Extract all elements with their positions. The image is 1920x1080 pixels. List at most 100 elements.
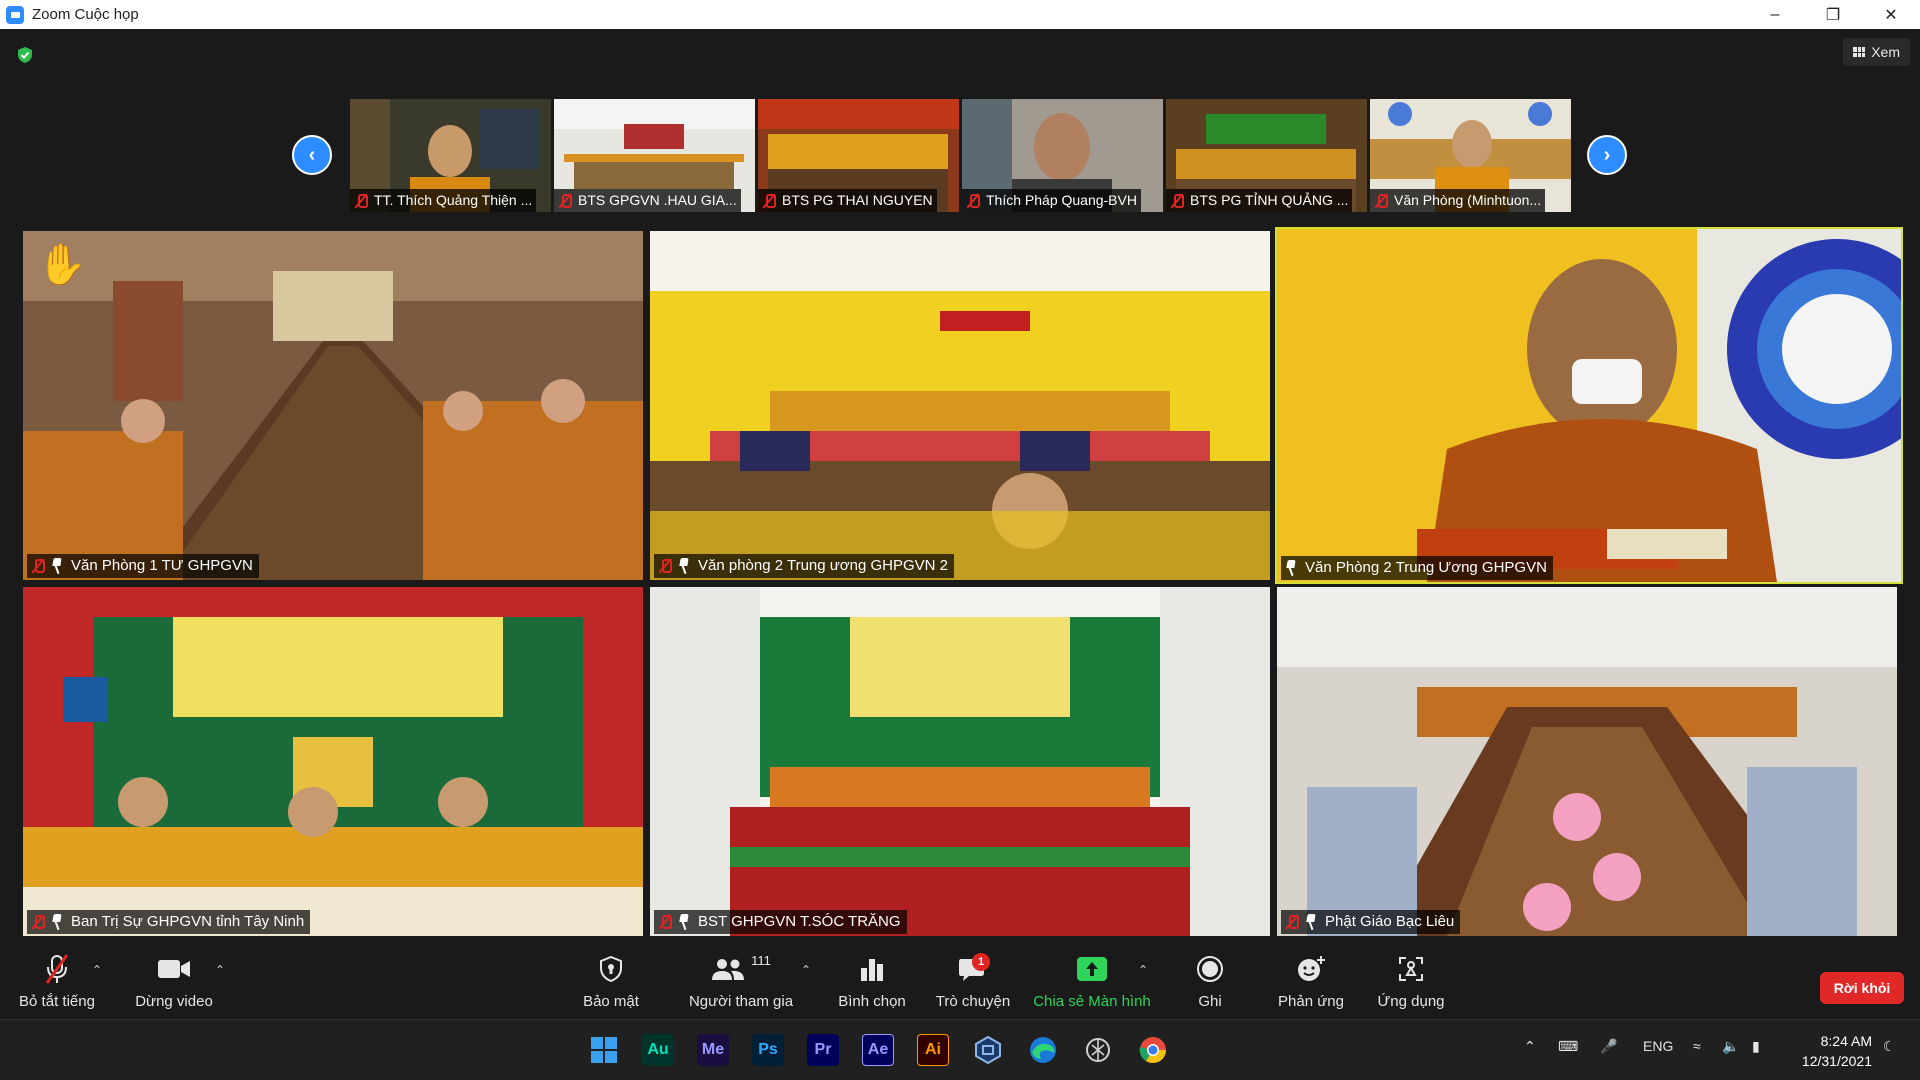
participants-count: 111 [751,953,771,968]
pin-icon [1305,914,1317,930]
mute-button[interactable]: Bỏ tắt tiếng [14,951,100,1019]
microphone-icon[interactable]: 🎤 [1600,1038,1617,1055]
leave-meeting-button[interactable]: Rời khỏi [1820,972,1904,1004]
participant-video [650,231,1270,580]
muted-mic-icon [966,193,980,209]
participant-video-tile[interactable]: ✋ Văn Phòng 1 TƯ GHPGVN [23,231,643,580]
participant-thumbnail[interactable]: TT. Thích Quảng Thiện ... [350,99,551,212]
meeting-toolbar: Bỏ tắt tiếng ⌃ Dừng video ⌃ Bảo mật 111 … [0,951,1920,1019]
record-button[interactable]: Ghi [1190,951,1230,1019]
participant-thumbnail[interactable]: Văn Phòng (Minhtuon... [1370,99,1571,212]
active-speaker-video-tile[interactable]: Văn Phòng 2 Trung Ương GHPGVN [1275,227,1903,584]
pin-icon [51,558,63,574]
windows-start-icon[interactable] [588,1034,620,1066]
next-page-button[interactable]: › [1587,135,1627,175]
muted-mic-icon [658,914,672,930]
stop-video-button[interactable]: Dừng video [132,951,216,1019]
shield-icon [600,955,622,983]
tray-expand-icon[interactable]: ⌃ [1524,1038,1536,1055]
chrome-icon[interactable] [1137,1034,1169,1066]
close-button[interactable]: ✕ [1862,0,1920,29]
participant-video-tile[interactable]: Ban Trị Sự GHPGVN tỉnh Tây Ninh [23,587,643,936]
muted-mic-icon [558,193,572,209]
audition-icon[interactable]: Au [642,1034,674,1066]
previous-page-button[interactable]: ‹ [292,135,332,175]
video-options-caret[interactable]: ⌃ [215,963,225,977]
zoom-window: Zoom Cuộc họp – ❐ ✕ Xem ‹ › TT. Thích Qu… [0,0,1920,1080]
window-controls: – ❐ ✕ [1746,0,1920,29]
openai-icon[interactable] [1082,1034,1114,1066]
participant-thumbnail[interactable]: BTS PG THAI NGUYEN [758,99,959,212]
view-button-label: Xem [1871,44,1900,60]
media-encoder-icon[interactable]: Me [697,1034,729,1066]
participant-video-tile[interactable]: BST GHPGVN T.SÓC TRĂNG [650,587,1270,936]
pin-icon [678,914,690,930]
windows-taskbar: Au Me Ps Pr Ae Ai ⌃ ⌨ 🎤 ENG ≈ 🔈 ▮ 8:24 A… [0,1019,1920,1080]
thumbnail-label: Thích Pháp Quang-BVH [962,189,1141,212]
reactions-button[interactable]: Phản ứng [1272,951,1350,1019]
bar-chart-icon [861,959,883,981]
illustrator-icon[interactable]: Ai [917,1034,949,1066]
app-icon[interactable] [972,1034,1004,1066]
muted-mic-icon [31,914,45,930]
muted-mic-icon [31,558,45,574]
participants-icon [712,959,745,980]
pin-icon [678,558,690,574]
premiere-icon[interactable]: Pr [807,1034,839,1066]
view-button[interactable]: Xem [1843,38,1910,66]
muted-mic-icon [354,193,368,209]
battery-icon[interactable]: ▮ [1752,1038,1760,1055]
tile-label: Văn Phòng 1 TƯ GHPGVN [27,554,259,578]
chevron-right-icon: › [1603,143,1611,166]
thumbnail-label: BTS GPGVN .HAU GIA... [554,189,741,212]
thumbnail-label: BTS PG TỈNH QUẢNG ... [1166,189,1353,212]
participant-video-tile[interactable]: Văn phòng 2 Trung ương GHPGVN 2 [650,231,1270,580]
thumbnail-label: BTS PG THAI NGUYEN [758,189,937,212]
unread-chat-badge: 1 [972,953,990,971]
chat-button[interactable]: 1 Trò chuyện [934,951,1012,1019]
language-indicator[interactable]: ENG [1643,1038,1673,1054]
grid-view-icon [1853,47,1866,57]
participants-button[interactable]: 111 Người tham gia [686,951,796,1019]
volume-icon[interactable]: 🔈 [1722,1038,1739,1055]
encryption-shield-icon[interactable] [16,46,34,64]
tile-label: BST GHPGVN T.SÓC TRĂNG [654,910,907,934]
share-screen-button[interactable]: Chia sẻ Màn hình [1030,951,1154,1019]
after-effects-icon[interactable]: Ae [862,1034,894,1066]
participant-thumbnail[interactable]: Thích Pháp Quang-BVH [962,99,1163,212]
pin-icon [1285,560,1297,576]
restore-button[interactable]: ❐ [1804,0,1862,29]
notification-icon[interactable]: ☾ [1883,1038,1896,1055]
thumbnail-label: Văn Phòng (Minhtuon... [1370,189,1546,212]
participant-video [1277,587,1897,936]
muted-mic-icon [762,193,776,209]
participants-options-caret[interactable]: ⌃ [801,963,811,977]
participant-thumbnail[interactable]: BTS PG TỈNH QUẢNG ... [1166,99,1367,212]
photoshop-icon[interactable]: Ps [752,1034,784,1066]
edge-icon[interactable] [1027,1034,1059,1066]
minimize-button[interactable]: – [1746,0,1804,29]
muted-mic-icon [45,954,69,984]
muted-mic-icon [658,558,672,574]
share-screen-icon [1077,957,1107,981]
raised-hand-icon: ✋ [37,243,87,287]
participant-thumbnail[interactable]: BTS GPGVN .HAU GIA... [554,99,755,212]
system-clock[interactable]: 8:24 AM 12/31/2021 [1802,1031,1872,1071]
smiley-add-icon [1298,956,1325,981]
polls-button[interactable]: Bình chọn [836,951,908,1019]
zoom-app-icon [6,5,24,24]
audio-options-caret[interactable]: ⌃ [92,963,102,977]
participant-video-tile[interactable]: Phật Giáo Bạc Liêu [1277,587,1897,936]
apps-icon [1399,957,1423,981]
participant-video [23,587,643,936]
muted-mic-icon [1374,193,1388,209]
title-bar: Zoom Cuộc họp – ❐ ✕ [0,0,1920,29]
security-button[interactable]: Bảo mật [576,951,646,1019]
video-camera-icon [158,960,190,978]
keyboard-icon[interactable]: ⌨ [1558,1038,1578,1055]
muted-mic-icon [1285,914,1299,930]
apps-button[interactable]: Ứng dụng [1372,951,1450,1019]
share-options-caret[interactable]: ⌃ [1138,963,1148,977]
wifi-icon[interactable]: ≈ [1693,1038,1701,1054]
chevron-left-icon: ‹ [308,143,316,166]
